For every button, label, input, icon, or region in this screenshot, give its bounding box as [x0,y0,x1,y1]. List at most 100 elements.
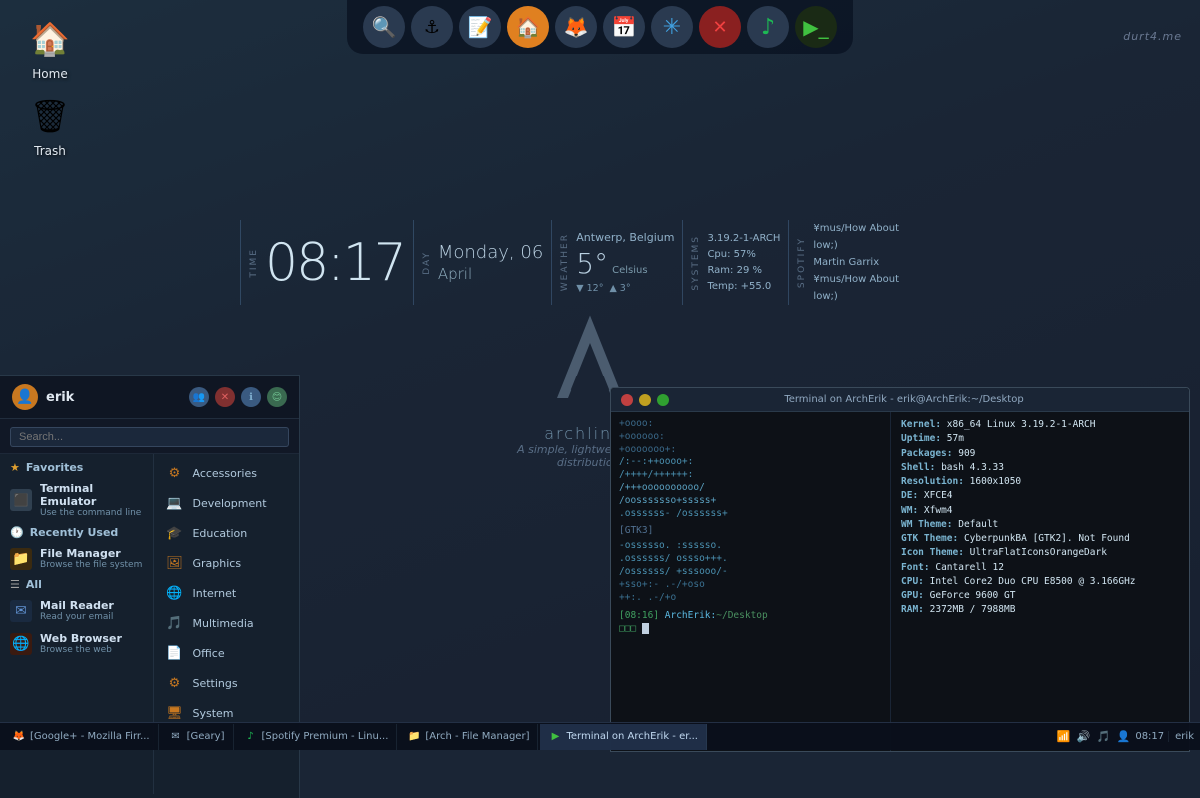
terminal-sysinfo: Kernel: x86_64 Linux 3.19.2-1-ARCH Uptim… [891,412,1189,751]
terminal-title: Terminal on ArchErik - erik@ArchErik:~/D… [784,394,1023,405]
trash-icon: 🗑 [26,92,74,140]
terminal-menu-icon: ⬛ [10,489,32,511]
dock-home-icon[interactable]: 🏠 [507,6,549,48]
conky-weather-section: Weather Antwerp, Belgium 5° Celsius ▼ 12… [551,220,682,305]
conky-spotify-info: ¥mus/How About low;) Martin Garrix ¥mus/… [813,220,923,305]
menu-item-webbrowser[interactable]: 🌐 Web Browser Browse the web [0,627,153,660]
conky-spotify-label: Spotify [797,237,807,288]
conky-weather-label: Weather [560,233,570,291]
dock-spinner-icon[interactable]: ✳ [651,6,693,48]
taskbar-filemanager-icon: 📁 [407,730,421,744]
terminal-titlebar: Terminal on ArchErik - erik@ArchErik:~/D… [611,388,1189,412]
menu-recently-title: 🕐 Recently Used [0,523,153,542]
taskbar-btn-geary[interactable]: ✉ [Geary] [161,724,234,750]
menu-search-bar [0,419,299,454]
menu-item-filemanager[interactable]: 📁 File Manager Browse the file system [0,542,153,575]
terminal-maximize-btn[interactable] [657,394,669,406]
dock-spotify-icon[interactable]: ♪ [747,6,789,48]
taskbar-btn-terminal[interactable]: ▶ Terminal on ArchErik - er... [540,724,707,750]
trash-icon-label: Trash [34,144,66,158]
taskbar-btn-firefox[interactable]: 🦊 [Google+ - Mozilla Firr... [4,724,159,750]
dock-notes-icon[interactable]: 📝 [459,6,501,48]
dock-search-icon[interactable]: 🔍 [363,6,405,48]
menu-cat-graphics[interactable]: 🖼 Graphics [154,548,299,578]
terminal-neofetch-art: +oooo: +oooooo: +ooooooo+: /:--:++oooo+:… [611,412,891,751]
terminal-minimize-btn[interactable] [639,394,651,406]
office-icon: 📄 [164,643,184,663]
taskbar-tray: 📶 🔊 🎵 👤 [1055,729,1131,745]
taskbar-btn-filemanager[interactable]: 📁 [Arch - File Manager] [399,724,538,750]
menu-people-icon[interactable]: 👥 [189,387,209,407]
education-icon: 🎓 [164,523,184,543]
filemanager-menu-text: File Manager Browse the file system [40,547,142,570]
taskbar: 🦊 [Google+ - Mozilla Firr... ✉ [Geary] ♪… [0,722,1200,750]
menu-cat-office[interactable]: 📄 Office [154,638,299,668]
taskbar-btn-spotify[interactable]: ♪ [Spotify Premium - Linu... [236,724,398,750]
menu-avatar: 👤 [12,384,38,410]
filemanager-menu-icon: 📁 [10,548,32,570]
dock-anchor-icon[interactable]: ⚓ [411,6,453,48]
tray-network-icon[interactable]: 📶 [1055,729,1071,745]
menu-search-input[interactable] [10,427,289,447]
menu-all-title: ☰ All [0,575,153,594]
menu-header-icons: 👥 ✕ ℹ 😊 [189,387,287,407]
menu-cat-multimedia[interactable]: 🎵 Multimedia [154,608,299,638]
conky-date-line1: Monday, 06 [438,242,543,263]
conky-systems-label: Systems [691,235,701,291]
conky-date-line2: April [438,265,543,283]
webbrowser-menu-text: Web Browser Browse the web [40,632,122,655]
dock-firefox-icon[interactable]: 🦊 [555,6,597,48]
trash-desktop-icon[interactable]: 🗑 Trash [10,92,90,158]
menu-item-terminal[interactable]: ⬛ Terminal Emulator Use the command line [0,477,153,523]
menu-cat-settings[interactable]: ⚙ Settings [154,668,299,698]
taskbar-terminal-icon: ▶ [548,730,562,744]
terminal-window: Terminal on ArchErik - erik@ArchErik:~/D… [610,387,1190,752]
conky-time-display: 08:17 [265,237,405,289]
menu-info-icon[interactable]: ℹ [241,387,261,407]
terminal-menu-text: Terminal Emulator Use the command line [40,482,143,518]
menu-emoji-icon[interactable]: 😊 [267,387,287,407]
home-desktop-icon[interactable]: 🏠 Home [10,15,90,81]
watermark: durt4.me [1123,30,1182,43]
conky-location: Antwerp, Belgium [576,231,674,244]
dock-calendar-icon[interactable]: 📅 [603,6,645,48]
conky-time-label: Time [249,248,259,278]
home-icon: 🏠 [26,15,74,63]
taskbar-time: 08:17 [1135,731,1164,742]
conky-temp-high: ▲ 3° [609,283,630,294]
conky-spotify-section: Spotify ¥mus/How About low;) Martin Garr… [788,220,931,305]
menu-cat-internet[interactable]: 🌐 Internet [154,578,299,608]
menu-cat-development[interactable]: 💻 Development [154,488,299,518]
conky-date-section: Day Monday, 06 April [413,220,551,305]
conky-day-label: Day [422,251,432,275]
conky-sys-info: 3.19.2-1-ARCH Cpu: 57% Ram: 29 % Temp: +… [707,231,780,295]
taskbar-right: 📶 🔊 🎵 👤 08:17 erik [1055,729,1200,745]
conky-temp: 5° [576,247,608,280]
terminal-controls [621,394,669,406]
tray-music-icon[interactable]: 🎵 [1095,729,1111,745]
taskbar-user: erik [1168,731,1194,742]
menu-favorites-title: ★ Favorites [0,458,153,477]
menu-item-mailreader[interactable]: ✉ Mail Reader Read your email [0,594,153,627]
tray-user-icon[interactable]: 👤 [1115,729,1131,745]
menu-username: erik [46,390,181,405]
graphics-icon: 🖼 [164,553,184,573]
settings-icon: ⚙ [164,673,184,693]
terminal-close-btn[interactable] [621,394,633,406]
taskbar-left: 🦊 [Google+ - Mozilla Firr... ✉ [Geary] ♪… [0,724,711,750]
internet-icon: 🌐 [164,583,184,603]
home-icon-label: Home [32,67,67,81]
desktop: 🔍 ⚓ 📝 🏠 🦊 📅 ✳ ✕ ♪ ▶_ durt4.me 🏠 Home 🗑 T… [0,0,1200,750]
dock-terminal-icon[interactable]: ▶_ [795,6,837,48]
menu-cat-accessories[interactable]: ⚙ Accessories [154,458,299,488]
menu-close-icon[interactable]: ✕ [215,387,235,407]
dock-x-icon[interactable]: ✕ [699,6,741,48]
mailreader-menu-text: Mail Reader Read your email [40,599,114,622]
conky-systems-section: Systems 3.19.2-1-ARCH Cpu: 57% Ram: 29 %… [682,220,788,305]
top-dock: 🔍 ⚓ 📝 🏠 🦊 📅 ✳ ✕ ♪ ▶_ [347,0,853,54]
browser-menu-icon: 🌐 [10,633,32,655]
tray-volume-icon[interactable]: 🔊 [1075,729,1091,745]
menu-cat-education[interactable]: 🎓 Education [154,518,299,548]
development-icon: 💻 [164,493,184,513]
conky-time-section: Time 08:17 [240,220,413,305]
